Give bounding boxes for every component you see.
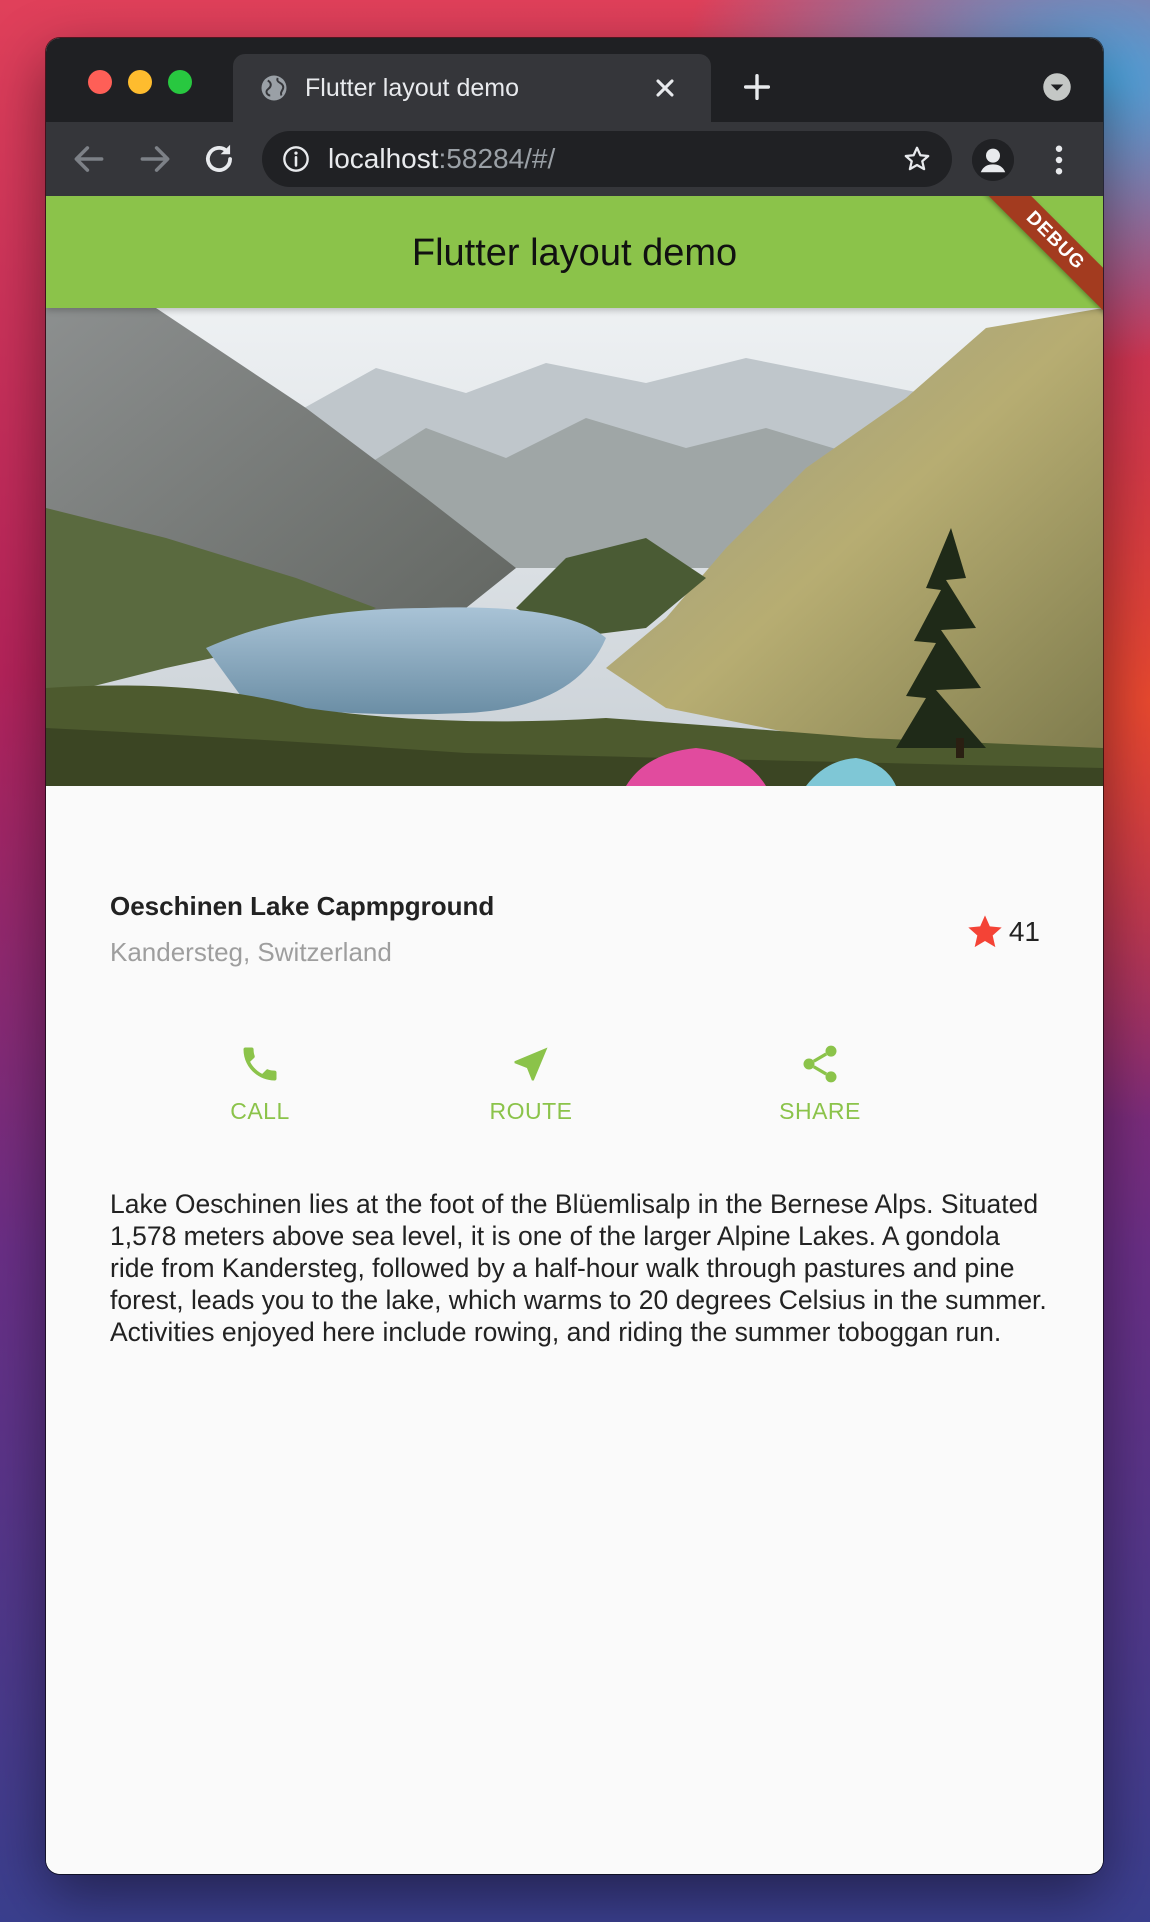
app-bar-title: Flutter layout demo bbox=[411, 232, 738, 274]
browser-window: Flutter layout demo localhost:58284/#/ F… bbox=[46, 38, 1103, 1874]
place-location: Kandersteg, Switzerland bbox=[110, 937, 392, 967]
app-viewport: Flutter layout demo DEBUG Oeschinen Lake… bbox=[46, 196, 1103, 1874]
call-button[interactable]: CALL bbox=[180, 1042, 340, 1152]
share-label: SHARE bbox=[779, 1098, 861, 1124]
title-bar: Flutter layout demo bbox=[46, 38, 1103, 122]
place-name: Oeschinen Lake Capmpground bbox=[110, 891, 495, 921]
rating-count: 41 bbox=[1008, 916, 1040, 947]
share-icon bbox=[803, 1045, 837, 1083]
address-bar[interactable]: localhost:58284/#/ bbox=[262, 131, 952, 187]
bookmark-star-icon[interactable] bbox=[902, 144, 932, 174]
close-tab-icon[interactable] bbox=[651, 74, 679, 102]
near-me-icon bbox=[514, 1047, 548, 1081]
forward-icon[interactable] bbox=[136, 140, 174, 178]
reload-icon[interactable] bbox=[200, 140, 238, 178]
url-text: localhost:58284/#/ bbox=[328, 144, 555, 174]
route-label: ROUTE bbox=[489, 1098, 573, 1124]
title-section: Oeschinen Lake Capmpground Kandersteg, S… bbox=[110, 890, 1040, 980]
profile-icon[interactable] bbox=[972, 139, 1014, 181]
info-icon[interactable] bbox=[282, 145, 310, 173]
phone-icon bbox=[243, 1047, 277, 1081]
url-host: localhost bbox=[328, 143, 439, 174]
mountain-lake-photo bbox=[46, 308, 1103, 786]
app-bar: Flutter layout demo bbox=[46, 196, 1103, 308]
browser-toolbar: localhost:58284/#/ bbox=[46, 122, 1103, 196]
tab-search-icon[interactable] bbox=[1042, 72, 1072, 102]
globe-icon bbox=[261, 75, 287, 101]
rating[interactable]: 41 bbox=[965, 910, 1040, 954]
star-icon[interactable] bbox=[965, 912, 1005, 952]
tab-title: Flutter layout demo bbox=[305, 74, 519, 102]
new-tab-icon[interactable] bbox=[740, 70, 774, 104]
route-button[interactable]: ROUTE bbox=[451, 1042, 611, 1152]
action-buttons: CALL ROUTE SHARE bbox=[46, 1042, 1103, 1152]
back-icon[interactable] bbox=[70, 140, 108, 178]
minimize-window-button[interactable] bbox=[128, 70, 152, 94]
maximize-window-button[interactable] bbox=[168, 70, 192, 94]
browser-tab[interactable]: Flutter layout demo bbox=[233, 54, 711, 122]
more-vert-icon[interactable] bbox=[1044, 142, 1074, 178]
share-button[interactable]: SHARE bbox=[740, 1042, 900, 1152]
hero-image bbox=[46, 308, 1103, 786]
url-path: :58284/#/ bbox=[438, 143, 556, 174]
call-label: CALL bbox=[230, 1098, 290, 1124]
close-window-button[interactable] bbox=[88, 70, 112, 94]
description-text: Lake Oeschinen lies at the foot of the B… bbox=[110, 1189, 1047, 1347]
